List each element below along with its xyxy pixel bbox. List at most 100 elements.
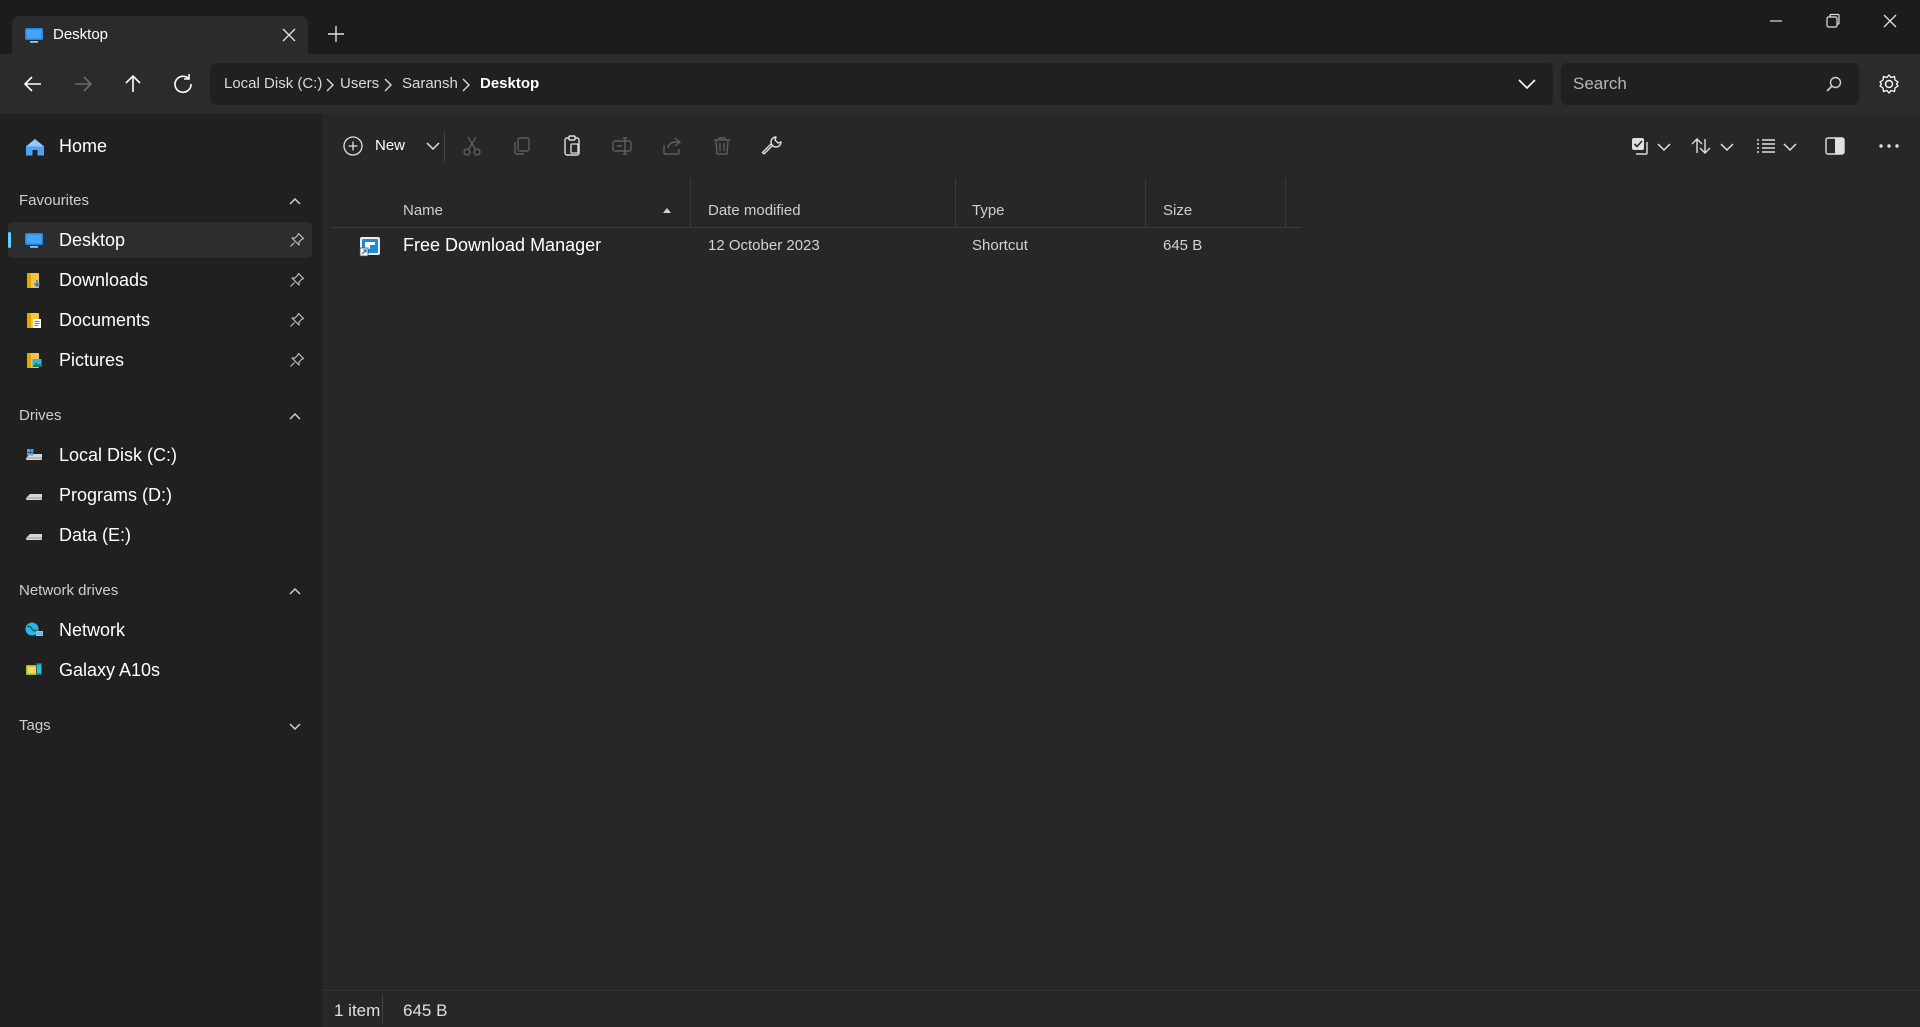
forward-arrow-icon[interactable] [70,71,96,97]
status-item-count: 1 item [334,1001,381,1020]
selection-mode-icon[interactable] [1627,133,1653,159]
sidebar-item-programs-d[interactable]: Programs (D:) [8,477,312,513]
chevron-down-icon[interactable] [1516,74,1538,94]
sidebar-item-data-e[interactable]: Data (E:) [8,517,312,553]
command-bar: New [322,114,1920,178]
chevron-right-icon [382,77,394,93]
pin-icon[interactable] [289,312,305,328]
file-row[interactable]: Free Download Manager 12 October 2023 Sh… [332,228,1302,264]
toolbar-divider [444,132,445,162]
sidebar-item-pictures[interactable]: Pictures [8,342,312,378]
sidebar-item-downloads[interactable]: Downloads [8,262,312,298]
chevron-right-icon [460,77,472,93]
paste-icon[interactable] [559,133,585,159]
search-icon[interactable] [1825,75,1843,93]
tab-title: Desktop [53,26,109,43]
status-total-size: 645 B [403,1001,448,1020]
section-header-favourites: Favourites [19,192,90,209]
sidebar-item-network[interactable]: Network [8,612,312,648]
documents-folder-icon [24,311,44,329]
search-box[interactable] [1561,63,1859,105]
section-header-network-drives: Network drives [19,582,119,599]
pin-icon[interactable] [289,232,305,248]
shortcut-app-icon [358,234,382,258]
downloads-folder-icon [24,271,44,289]
rename-icon[interactable] [609,133,635,159]
chevron-up-icon[interactable] [288,409,302,423]
column-divider[interactable] [955,178,956,228]
add-tab-icon[interactable] [326,24,346,44]
windows-drive-icon [24,446,44,464]
phone-icon [24,661,44,679]
chevron-down-icon[interactable] [288,719,302,733]
sidebar-item-desktop[interactable]: Desktop [8,222,312,258]
column-header-date-modified[interactable]: Date modified [708,202,801,219]
sidebar-item-label: Programs (D:) [59,485,173,505]
chevron-right-icon [324,77,336,93]
pictures-folder-icon [24,351,44,369]
copy-icon[interactable] [509,133,535,159]
section-header-drives: Drives [19,407,62,424]
address-row: Local Disk (C:) Users Saransh Desktop [0,54,1920,114]
new-button-label: New [375,137,406,154]
more-options-icon[interactable] [1876,133,1902,159]
file-size: 645 B [1163,237,1203,254]
breadcrumb-item-users[interactable]: Users [340,75,379,92]
desktop-icon [24,231,44,249]
search-input[interactable] [1573,63,1813,105]
sidebar-item-label: Pictures [59,350,125,370]
column-divider[interactable] [1285,178,1286,228]
minimize-icon[interactable] [1766,11,1786,31]
column-header-name[interactable]: Name [403,202,443,219]
sidebar-item-galaxy-a10s[interactable]: Galaxy A10s [8,652,312,688]
network-icon [24,621,44,639]
pin-icon[interactable] [289,352,305,368]
new-button[interactable]: New [340,131,450,161]
sort-icon[interactable] [1688,133,1714,159]
sidebar-item-label: Downloads [59,270,149,290]
up-arrow-icon[interactable] [120,71,146,97]
sidebar-item-label: Desktop [59,230,126,250]
sidebar-item-local-disk-c[interactable]: Local Disk (C:) [8,437,312,473]
refresh-icon[interactable] [170,71,196,97]
column-header-size[interactable]: Size [1163,202,1192,219]
restore-icon[interactable] [1823,11,1843,31]
delete-icon[interactable] [709,133,735,159]
chevron-down-icon[interactable] [1656,140,1672,154]
breadcrumb-item-desktop[interactable]: Desktop [480,75,539,92]
chevron-up-icon[interactable] [288,584,302,598]
back-arrow-icon[interactable] [20,71,46,97]
sidebar-item-label: Local Disk (C:) [59,445,178,465]
section-header-tags: Tags [19,717,51,734]
column-header-type[interactable]: Type [972,202,1005,219]
sidebar: Home Favourites Desktop Downloads Docume… [0,114,322,1027]
column-divider[interactable] [690,178,691,228]
pin-icon[interactable] [289,272,305,288]
sidebar-item-home[interactable]: Home [8,128,312,164]
sidebar-item-label: Galaxy A10s [59,660,161,680]
column-divider[interactable] [1145,178,1146,228]
breadcrumb-item-saransh[interactable]: Saransh [402,75,458,92]
layout-details-icon[interactable] [1753,133,1779,159]
breadcrumb-item-local-disk[interactable]: Local Disk (C:) [224,75,322,92]
sidebar-item-label: Network [59,620,126,640]
status-divider [382,995,383,1023]
cut-icon[interactable] [459,133,485,159]
preview-pane-icon[interactable] [1822,133,1848,159]
chevron-down-icon[interactable] [1782,140,1798,154]
file-type: Shortcut [972,237,1028,254]
home-icon [24,137,46,157]
close-window-icon[interactable] [1880,11,1900,31]
sidebar-item-documents[interactable]: Documents [8,302,312,338]
selection-indicator [8,232,11,248]
file-name: Free Download Manager [403,235,602,255]
breadcrumb[interactable]: Local Disk (C:) Users Saransh Desktop [210,63,1553,105]
settings-gear-icon[interactable] [1876,71,1902,97]
tab-desktop[interactable]: Desktop [12,16,308,54]
close-tab-icon[interactable] [280,26,298,44]
share-icon[interactable] [659,133,685,159]
desktop-icon [24,26,44,44]
properties-wrench-icon[interactable] [759,133,785,159]
chevron-down-icon[interactable] [1719,140,1735,154]
chevron-up-icon[interactable] [288,194,302,208]
